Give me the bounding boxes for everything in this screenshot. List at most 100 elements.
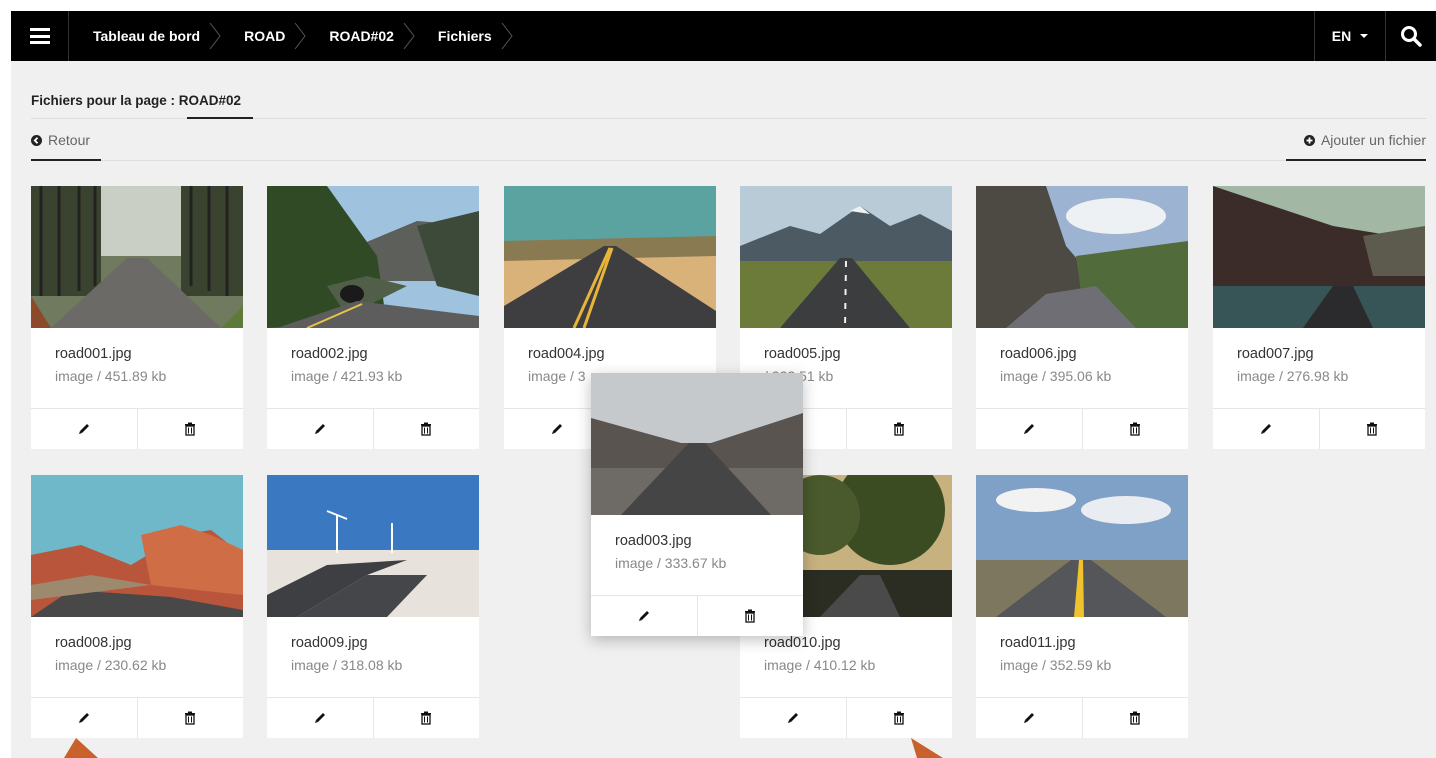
breadcrumb-item-dashboard[interactable]: Tableau de bord	[69, 11, 222, 61]
delete-button[interactable]	[374, 698, 480, 738]
file-thumbnail[interactable]	[267, 475, 479, 617]
file-meta: image / 421.93 kb	[291, 368, 403, 384]
trash-icon	[745, 609, 756, 623]
breadcrumb-item-road02[interactable]: ROAD#02	[307, 11, 416, 61]
edit-button[interactable]	[31, 409, 138, 449]
annotation-arrow-icon	[911, 738, 943, 758]
delete-button[interactable]	[1083, 409, 1189, 449]
trash-icon	[421, 422, 432, 436]
edit-button[interactable]	[591, 596, 698, 636]
file-name: road005.jpg	[764, 346, 841, 362]
file-card[interactable]: road001.jpg image / 451.89 kb	[31, 186, 243, 449]
pencil-icon	[314, 713, 325, 723]
add-file-button[interactable]: Ajouter un fichier	[1303, 132, 1426, 148]
pencil-icon	[638, 611, 649, 621]
file-card[interactable]: road008.jpg image / 230.62 kb	[31, 475, 243, 738]
breadcrumb-label: ROAD#02	[329, 28, 394, 44]
file-name: road007.jpg	[1237, 346, 1314, 362]
pencil-icon	[787, 713, 798, 723]
back-button[interactable]: Retour	[31, 132, 90, 148]
file-thumbnail[interactable]	[504, 186, 716, 328]
add-underline	[1286, 159, 1426, 161]
file-name: road002.jpg	[291, 346, 368, 362]
pencil-icon	[551, 424, 562, 434]
breadcrumb-separator-icon	[209, 23, 221, 49]
file-name: road009.jpg	[291, 635, 368, 651]
arrow-left-circle-icon	[31, 134, 42, 146]
file-meta: image / 318.08 kb	[291, 657, 403, 673]
edit-button[interactable]	[267, 409, 374, 449]
trash-icon	[1130, 422, 1141, 436]
delete-button[interactable]	[698, 596, 804, 636]
delete-button[interactable]	[1320, 409, 1426, 449]
trash-icon	[421, 711, 432, 725]
add-file-label: Ajouter un fichier	[1320, 132, 1426, 148]
delete-button[interactable]	[1083, 698, 1189, 738]
annotation-arrow-icon	[64, 738, 98, 758]
pencil-icon	[1260, 424, 1271, 434]
trash-icon	[1367, 422, 1378, 436]
page-title: Fichiers pour la page : ROAD#02	[31, 93, 242, 108]
file-meta: image / 410.12 kb	[764, 657, 876, 673]
delete-button[interactable]	[847, 409, 953, 449]
edit-button[interactable]	[976, 698, 1083, 738]
language-label: EN	[1331, 28, 1352, 44]
edit-button[interactable]	[1213, 409, 1320, 449]
file-name: road004.jpg	[528, 346, 605, 362]
caret-down-icon	[1360, 34, 1369, 38]
pencil-icon	[314, 424, 325, 434]
file-thumbnail[interactable]	[31, 186, 243, 328]
breadcrumb: Tableau de bord ROAD ROAD#02 Fichiers	[69, 11, 514, 61]
file-meta: image / 276.98 kb	[1237, 368, 1349, 384]
file-meta: image / 451.89 kb	[55, 368, 167, 384]
edit-button[interactable]	[31, 698, 138, 738]
edit-button[interactable]	[267, 698, 374, 738]
breadcrumb-separator-icon	[403, 23, 415, 49]
pencil-icon	[78, 713, 89, 723]
file-thumbnail[interactable]	[267, 186, 479, 328]
file-name: road011.jpg	[1000, 635, 1076, 651]
hamburger-icon	[29, 28, 50, 44]
file-card[interactable]: road007.jpg image / 276.98 kb	[1213, 186, 1425, 449]
file-thumbnail[interactable]	[976, 475, 1188, 617]
file-name: road006.jpg	[1000, 346, 1077, 362]
file-meta: image / 230.62 kb	[55, 657, 167, 673]
delete-button[interactable]	[138, 698, 244, 738]
action-bar: Retour Ajouter un fichier	[31, 121, 1426, 161]
file-meta: image / 333.67 kb	[615, 555, 727, 571]
breadcrumb-label: Fichiers	[437, 28, 492, 44]
trash-icon	[894, 711, 905, 725]
delete-button[interactable]	[374, 409, 480, 449]
file-card[interactable]: road002.jpg image / 421.93 kb	[267, 186, 479, 449]
breadcrumb-item-road[interactable]: ROAD	[222, 11, 307, 61]
top-navbar: Tableau de bord ROAD ROAD#02 Fichiers EN	[11, 11, 1436, 61]
file-thumbnail[interactable]	[976, 186, 1188, 328]
file-meta: image / 395.06 kb	[1000, 368, 1112, 384]
edit-button[interactable]	[740, 698, 847, 738]
delete-button[interactable]	[138, 409, 244, 449]
breadcrumb-label: Tableau de bord	[93, 28, 201, 44]
file-thumbnail[interactable]	[31, 475, 243, 617]
file-name: road003.jpg	[615, 533, 692, 549]
trash-icon	[1130, 711, 1141, 725]
search-button[interactable]	[1386, 11, 1436, 61]
pencil-icon	[78, 424, 89, 434]
pencil-icon	[1023, 713, 1034, 723]
breadcrumb-separator-icon	[294, 23, 306, 49]
file-thumbnail[interactable]	[1213, 186, 1425, 328]
language-selector[interactable]: EN	[1314, 11, 1386, 61]
file-card[interactable]: road006.jpg image / 395.06 kb	[976, 186, 1188, 449]
file-name: road001.jpg	[55, 346, 132, 362]
menu-button[interactable]	[11, 11, 69, 61]
file-card[interactable]: road011.jpg image / 352.59 kb	[976, 475, 1188, 738]
dragging-file-card[interactable]: road003.jpg image / 333.67 kb	[591, 373, 803, 636]
file-thumbnail[interactable]	[591, 373, 803, 515]
trash-icon	[894, 422, 905, 436]
search-icon	[1401, 26, 1422, 47]
file-thumbnail[interactable]	[740, 186, 952, 328]
file-card[interactable]: road009.jpg image / 318.08 kb	[267, 475, 479, 738]
breadcrumb-item-files[interactable]: Fichiers	[416, 11, 514, 61]
delete-button[interactable]	[847, 698, 953, 738]
trash-icon	[185, 422, 196, 436]
edit-button[interactable]	[976, 409, 1083, 449]
